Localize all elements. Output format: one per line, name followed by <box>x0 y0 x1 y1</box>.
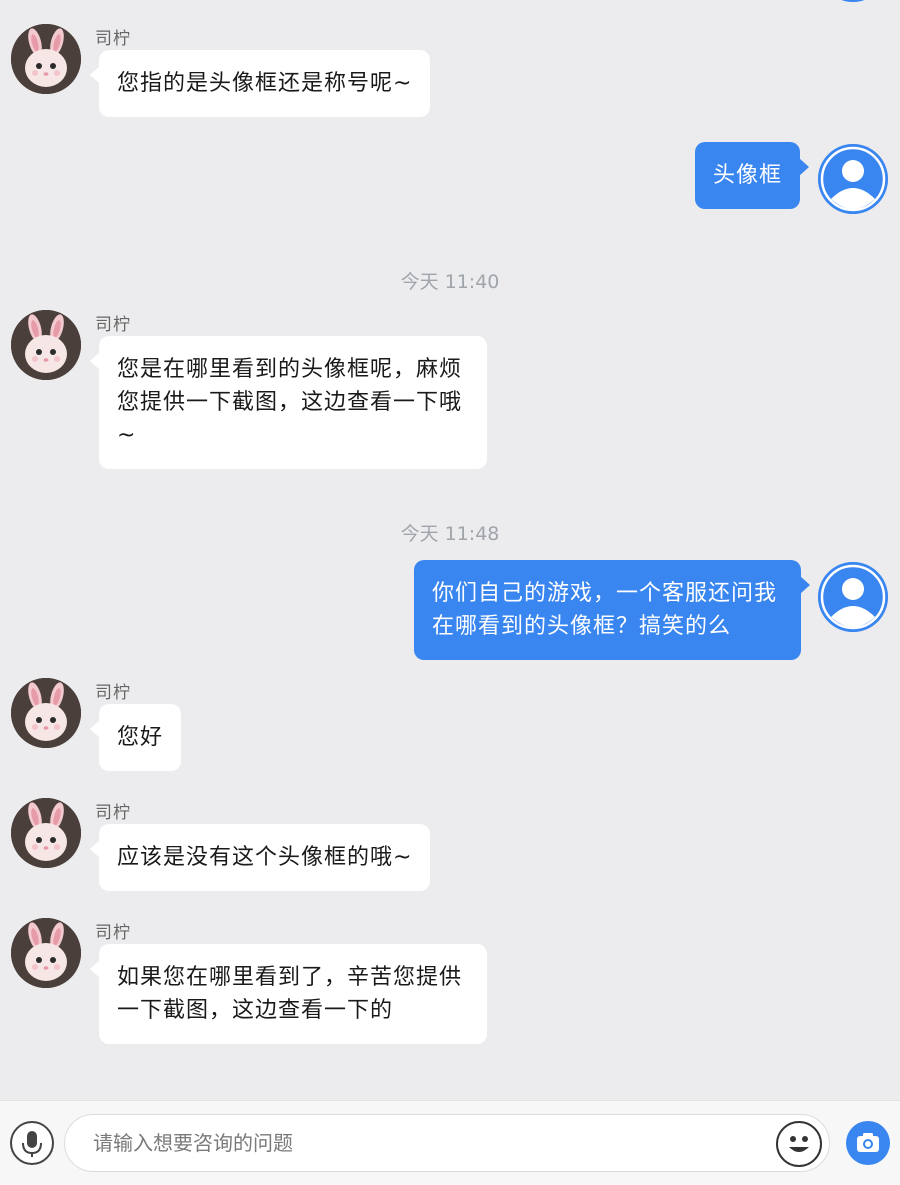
user-avatar[interactable] <box>818 562 888 632</box>
sender-name: 司柠 <box>95 803 131 823</box>
chat-message-list[interactable]: 司柠 您指的是头像框还是称号呢~ 头像框 今天 11:40 司柠 您是在哪里看到… <box>0 0 900 1100</box>
timestamp: 今天 11:40 <box>400 271 500 293</box>
message-input-container <box>64 1114 830 1172</box>
message-bubble-agent[interactable]: 应该是没有这个头像框的哦~ <box>89 824 431 891</box>
sender-name: 司柠 <box>95 29 131 49</box>
message-bubble-user[interactable]: 你们自己的游戏，一个客服还问我在哪看到的头像框？搞笑的么 <box>414 560 810 660</box>
user-avatar[interactable] <box>818 144 888 214</box>
cat-avatar-icon <box>11 310 81 380</box>
sender-name: 司柠 <box>95 923 131 943</box>
agent-avatar[interactable] <box>11 918 81 988</box>
message-bubble-agent[interactable]: 您好 <box>89 704 182 771</box>
microphone-icon <box>22 1131 42 1157</box>
user-avatar <box>818 0 888 2</box>
emoji-button[interactable] <box>776 1121 822 1167</box>
agent-avatar[interactable] <box>11 310 81 380</box>
cat-avatar-icon <box>11 678 81 748</box>
chat-input-bar <box>0 1100 900 1185</box>
smiley-icon <box>789 1136 809 1152</box>
cat-avatar-icon <box>11 798 81 868</box>
agent-avatar[interactable] <box>11 798 81 868</box>
message-bubble-agent[interactable]: 如果您在哪里看到了，辛苦您提供一下截图，这边查看一下的 <box>90 944 487 1044</box>
agent-avatar[interactable] <box>11 24 81 94</box>
agent-avatar[interactable] <box>11 678 81 748</box>
message-bubble-user[interactable]: 头像框 <box>695 142 810 209</box>
sender-name: 司柠 <box>95 315 131 335</box>
camera-icon <box>857 1133 879 1152</box>
user-silhouette-icon <box>818 562 888 632</box>
user-silhouette-icon <box>818 144 888 214</box>
message-input[interactable] <box>93 1115 753 1171</box>
cat-avatar-icon <box>11 24 81 94</box>
camera-button[interactable] <box>846 1121 890 1165</box>
timestamp: 今天 11:48 <box>400 523 500 545</box>
message-bubble-agent[interactable]: 您指的是头像框还是称号呢~ <box>89 50 431 117</box>
message-bubble-agent[interactable]: 您是在哪里看到的头像框呢，麻烦您提供一下截图，这边查看一下哦~ <box>90 336 487 469</box>
cat-avatar-icon <box>11 918 81 988</box>
voice-input-button[interactable] <box>10 1121 54 1165</box>
sender-name: 司柠 <box>95 683 131 703</box>
